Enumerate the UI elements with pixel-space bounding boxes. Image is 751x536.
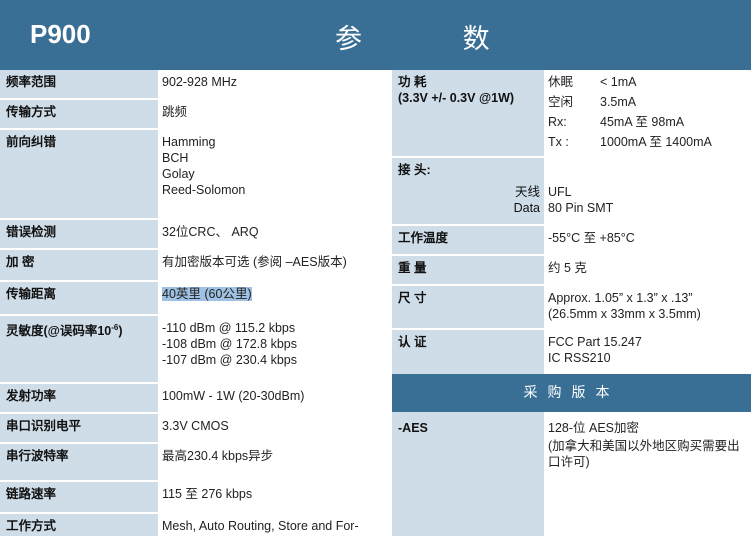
- spec-row-range: 传输距离 40英里 (60公里): [0, 282, 390, 316]
- spec-label: 认 证: [392, 330, 544, 374]
- spec-row-frequency: 频率范围 902-928 MHz: [0, 70, 390, 100]
- spec-value: UFL 80 Pin SMT: [544, 158, 751, 224]
- spec-label: -AES: [392, 412, 544, 536]
- spec-label: 串口识别电平: [0, 414, 158, 442]
- spec-label: 链路速率: [0, 482, 158, 512]
- section-header-purchase-versions: 采购版本: [392, 374, 751, 412]
- spec-value: -110 dBm @ 115.2 kbps -108 dBm @ 172.8 k…: [158, 316, 390, 382]
- spec-label: 发射功率: [0, 384, 158, 412]
- spec-label: 传输距离: [0, 282, 158, 314]
- spec-label: 功 耗 (3.3V +/- 0.3V @1W): [392, 70, 544, 156]
- spec-label: 加 密: [0, 250, 158, 280]
- spec-row-baud-rate: 串行波特率 最高230.4 kbps异步: [0, 444, 390, 482]
- spec-row-temperature: 工作温度 -55°C 至 +85°C: [392, 226, 751, 256]
- power-sleep: 休眠 < 1mA: [548, 75, 637, 89]
- spec-label: 串行波特率: [0, 444, 158, 480]
- spec-value: -55°C 至 +85°C: [544, 226, 751, 254]
- spec-row-weight: 重 量 约 5 克: [392, 256, 751, 286]
- spec-value: 32位CRC、 ARQ: [158, 220, 390, 248]
- spec-label: 错误检测: [0, 220, 158, 248]
- spec-row-connector: 接 头: 天线 Data UFL 80 Pin SMT: [392, 158, 751, 226]
- spec-row-serial-level: 串口识别电平 3.3V CMOS: [0, 414, 390, 444]
- spec-value: 最高230.4 kbps异步: [158, 444, 390, 480]
- spec-value: 115 至 276 kbps: [158, 482, 390, 512]
- spec-value: 3.3V CMOS: [158, 414, 390, 442]
- spec-row-sensitivity: 灵敏度(@误码率10-6) -110 dBm @ 115.2 kbps -108…: [0, 316, 390, 384]
- spec-label: 传输方式: [0, 100, 158, 128]
- power-idle: 空闲 3.5mA: [548, 95, 637, 109]
- spec-label: 重 量: [392, 256, 544, 284]
- spec-row-fec: 前向纠错 Hamming BCH Golay Reed-Solomon: [0, 130, 390, 220]
- spec-value: 有加密版本可选 (参阅 –AES版本): [158, 250, 390, 280]
- model-name: P900: [30, 19, 91, 49]
- power-rx: Rx: 45mA 至 98mA: [548, 115, 685, 129]
- spec-value: Hamming BCH Golay Reed-Solomon: [158, 130, 390, 218]
- spec-value: FCC Part 15.247 IC RSS210: [544, 330, 751, 374]
- spec-value: 100mW - 1W (20-30dBm): [158, 384, 390, 412]
- spec-value: 休眠 < 1mA 空闲 3.5mA Rx: 45mA 至 98mA Tx :1000m…: [544, 70, 751, 156]
- header-bar: P900 参 数: [0, 0, 751, 70]
- spec-row-tx-power: 发射功率 100mW - 1W (20-30dBm): [0, 384, 390, 414]
- spec-value: Approx. 1.05” x 1.3” x .13” (26.5mm x 33…: [544, 286, 751, 328]
- spec-sheet: P900 参 数 频率范围 902-928 MHz 传输方式 跳频 前向纠错 H…: [0, 0, 751, 536]
- spec-row-power: 功 耗 (3.3V +/- 0.3V @1W) 休眠 < 1mA 空闲 3.5mA …: [392, 70, 751, 158]
- spec-value: 128-位 AES加密 (加拿大和美国以外地区购买需要出 口许可): [544, 412, 751, 536]
- spec-label: 工作温度: [392, 226, 544, 254]
- spec-row-transmission: 传输方式 跳频: [0, 100, 390, 130]
- spec-value: 约 5 克: [544, 256, 751, 284]
- spec-row-aes: -AES 128-位 AES加密 (加拿大和美国以外地区购买需要出 口许可): [392, 412, 751, 536]
- connector-keys: 天线 Data: [513, 185, 540, 215]
- spec-label: 接 头: 天线 Data: [392, 158, 544, 224]
- spec-label: 工作方式: [0, 514, 158, 536]
- page-title: 参 数: [335, 24, 536, 55]
- spec-row-link-rate: 链路速率 115 至 276 kbps: [0, 482, 390, 514]
- spec-row-error-detection: 错误检测 32位CRC、 ARQ: [0, 220, 390, 250]
- highlighted-text: 40英里 (60公里): [162, 287, 252, 301]
- spec-value: 40英里 (60公里): [158, 282, 390, 314]
- spec-label: 灵敏度(@误码率10-6): [0, 316, 158, 382]
- spec-label: 前向纠错: [0, 130, 158, 218]
- spec-value: Mesh, Auto Routing, Store and For-: [158, 514, 390, 536]
- spec-row-encryption: 加 密 有加密版本可选 (参阅 –AES版本): [0, 250, 390, 282]
- spec-value: 902-928 MHz: [158, 70, 390, 98]
- spec-row-certification: 认 证 FCC Part 15.247 IC RSS210: [392, 330, 751, 374]
- power-tx: Tx :1000mA 至 1400mA: [548, 135, 712, 149]
- spec-label: 频率范围: [0, 70, 158, 98]
- power-condition: (3.3V +/- 0.3V @1W): [398, 91, 515, 105]
- spec-value: 跳频: [158, 100, 390, 128]
- spec-row-operation-mode: 工作方式 Mesh, Auto Routing, Store and For-: [0, 514, 390, 536]
- spec-label: 尺 寸: [392, 286, 544, 328]
- spec-row-dimensions: 尺 寸 Approx. 1.05” x 1.3” x .13” (26.5mm …: [392, 286, 751, 330]
